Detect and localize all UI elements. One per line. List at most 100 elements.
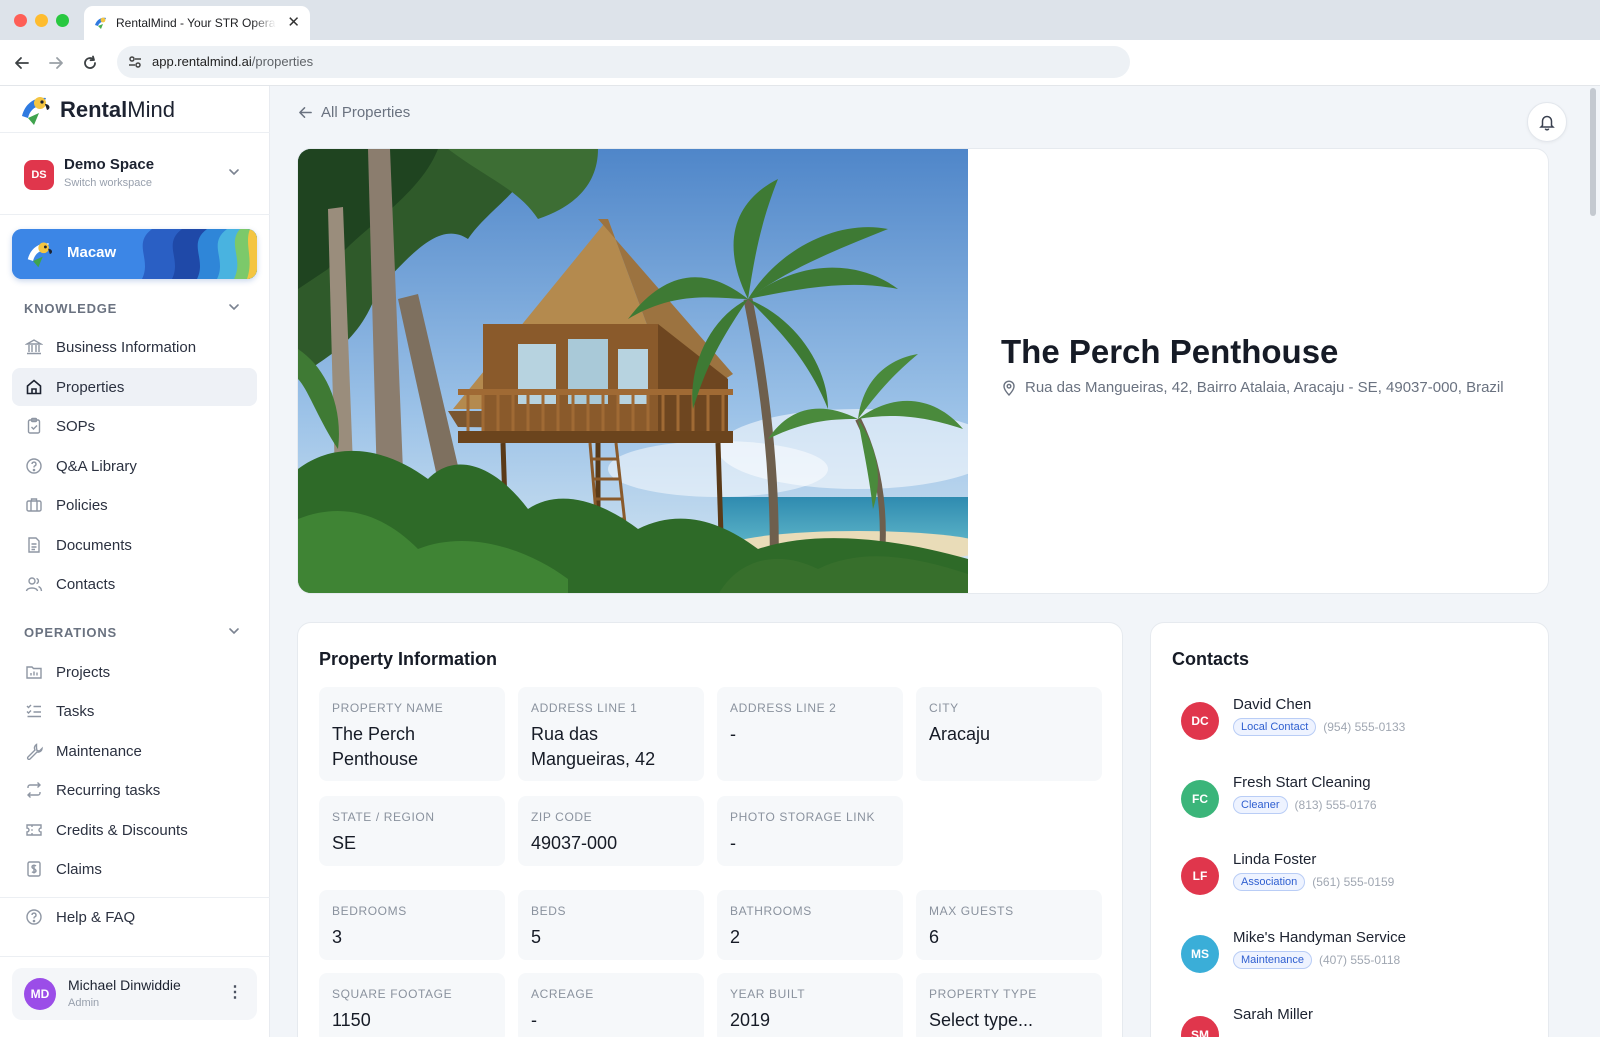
field-value: 2019 [730, 1010, 771, 1030]
workspace-switcher[interactable]: DS Demo Space Switch workspace [24, 156, 248, 196]
sidebar-item-qa-library[interactable]: Q&A Library [12, 447, 257, 485]
window-zoom-button[interactable] [56, 14, 69, 27]
field-zip-code[interactable]: ZIP CODE 49037-000 [518, 796, 704, 866]
sidebar-item-business-information[interactable]: Business Information [12, 328, 257, 366]
user-role: Admin [68, 997, 100, 1009]
field-address-line-1[interactable]: ADDRESS LINE 1 Rua das Mangueiras, 42 [518, 687, 704, 781]
field-square-footage[interactable]: SQUARE FOOTAGE 1150 [319, 973, 505, 1037]
divider [0, 214, 270, 215]
field-value: 2 [730, 927, 741, 947]
scrollbar-thumb[interactable] [1590, 88, 1596, 216]
more-vertical-icon[interactable]: ⋮ [227, 982, 243, 1002]
users-icon [24, 574, 44, 594]
window-minimize-button[interactable] [35, 14, 48, 27]
contact-role-badge: Maintenance [1233, 951, 1312, 969]
sidebar-item-projects[interactable]: Projects [12, 653, 257, 691]
brand-logo[interactable]: RentalMind [20, 94, 175, 126]
field-max-guests[interactable]: MAX GUESTS 6 [916, 890, 1102, 960]
address-bar[interactable]: app.rentalmind.ai/properties [117, 46, 1130, 78]
chevron-down-icon [229, 628, 239, 635]
sidebar-item-properties[interactable]: Properties [12, 368, 257, 406]
macaw-label: Macaw [67, 244, 117, 261]
forward-arrow-icon[interactable] [44, 51, 68, 75]
field-photo-storage-link[interactable]: PHOTO STORAGE LINK - [717, 796, 903, 866]
tab-title: RentalMind - Your STR Operations [116, 16, 276, 30]
property-address: Rua das Mangueiras, 42, Bairro Atalaia, … [1001, 379, 1504, 396]
bank-icon [24, 337, 44, 357]
operations-section-toggle[interactable]: OPERATIONS [24, 625, 248, 640]
macaw-logo-icon [22, 97, 50, 125]
sidebar-item-tasks[interactable]: Tasks [12, 692, 257, 730]
sidebar-item-documents[interactable]: Documents [12, 526, 257, 564]
contact-name: Fresh Start Cleaning [1233, 774, 1371, 791]
sidebar-item-claims[interactable]: Claims [12, 850, 257, 888]
field-label: ADDRESS LINE 1 [531, 701, 638, 715]
user-name: Michael Dinwiddie [68, 977, 181, 993]
property-photo[interactable] [298, 149, 968, 594]
field-value: 1150 [332, 1010, 371, 1030]
field-label: ADDRESS LINE 2 [730, 701, 837, 715]
user-profile-card[interactable]: MD Michael Dinwiddie Admin ⋮ [12, 968, 257, 1020]
browser-tab[interactable]: RentalMind - Your STR Operations ✕ [84, 6, 310, 40]
sidebar-item-policies[interactable]: Policies [12, 486, 257, 524]
field-label: YEAR BUILT [730, 987, 806, 1001]
avatar: DC [1181, 702, 1219, 740]
contact-name: Sarah Miller [1233, 1006, 1314, 1023]
divider [0, 956, 270, 957]
sidebar-item-label: Q&A Library [56, 457, 137, 475]
contact-item[interactable]: LF Linda Foster Association (561) 555-01… [1181, 851, 1551, 911]
chevron-down-icon [229, 304, 239, 311]
field-property-type[interactable]: PROPERTY TYPE Select type... [916, 973, 1102, 1037]
field-bathrooms[interactable]: BATHROOMS 2 [717, 890, 903, 960]
field-property-name[interactable]: PROPERTY NAME The Perch Penthouse [319, 687, 505, 781]
macaw-assistant-button[interactable]: Macaw [12, 229, 257, 279]
field-label: PROPERTY NAME [332, 701, 444, 715]
field-state-region[interactable]: STATE / REGION SE [319, 796, 505, 866]
field-value: 5 [531, 927, 542, 947]
sidebar-item-maintenance[interactable]: Maintenance [12, 732, 257, 770]
field-city[interactable]: CITY Aracaju [916, 687, 1102, 781]
tab-close-icon[interactable]: ✕ [287, 13, 300, 31]
operations-heading: OPERATIONS [24, 625, 117, 640]
sidebar-item-label: Recurring tasks [56, 781, 161, 799]
field-value: - [730, 724, 736, 744]
sidebar-item-credits-discounts[interactable]: Credits & Discounts [12, 811, 257, 849]
sidebar-item-label: Business Information [56, 338, 197, 356]
contact-meta: Association (561) 555-0159 [1233, 873, 1394, 891]
field-beds[interactable]: BEDS 5 [518, 890, 704, 960]
sidebar-item-sops[interactable]: SOPs [12, 407, 257, 445]
sidebar-item-label: Properties [56, 378, 125, 396]
back-to-all-properties-link[interactable]: All Properties [298, 104, 410, 121]
sidebar-item-recurring-tasks[interactable]: Recurring tasks [12, 771, 257, 809]
sidebar-item-contacts[interactable]: Contacts [12, 565, 257, 603]
knowledge-section-toggle[interactable]: KNOWLEDGE [24, 301, 248, 316]
url-text: app.rentalmind.ai/properties [152, 54, 314, 69]
avatar: MD [24, 978, 56, 1010]
field-year-built[interactable]: YEAR BUILT 2019 [717, 973, 903, 1037]
field-label: BEDS [531, 904, 567, 918]
notifications-bell-icon[interactable] [1527, 102, 1567, 142]
reload-icon[interactable] [78, 51, 102, 75]
contact-item[interactable]: FC Fresh Start Cleaning Cleaner (813) 55… [1181, 774, 1551, 834]
field-bedrooms[interactable]: BEDROOMS 3 [319, 890, 505, 960]
sidebar-item-label: Policies [56, 496, 108, 514]
field-label: ZIP CODE [531, 810, 593, 824]
avatar: LF [1181, 857, 1219, 895]
contact-name: Mike's Handyman Service [1233, 929, 1406, 946]
ticket-icon [24, 820, 44, 840]
folder-chart-icon [24, 662, 44, 682]
page-scrollbar[interactable] [1590, 86, 1598, 1037]
field-acreage[interactable]: ACREAGE - [518, 973, 704, 1037]
window-close-button[interactable] [14, 14, 27, 27]
field-address-line-2[interactable]: ADDRESS LINE 2 - [717, 687, 903, 781]
field-value: The Perch Penthouse [332, 724, 419, 769]
back-arrow-icon[interactable] [10, 51, 34, 75]
sidebar-item-help-faq[interactable]: Help & FAQ [12, 898, 257, 936]
contact-item[interactable]: MS Mike's Handyman Service Maintenance (… [1181, 929, 1551, 989]
field-label: BATHROOMS [730, 904, 812, 918]
browser-toolbar: app.rentalmind.ai/properties [0, 40, 1600, 86]
site-settings-icon[interactable] [127, 54, 143, 70]
field-value: Aracaju [929, 724, 991, 744]
contact-item[interactable]: DC David Chen Local Contact (954) 555-01… [1181, 696, 1551, 756]
contact-item[interactable]: SM Sarah Miller [1181, 1006, 1551, 1037]
